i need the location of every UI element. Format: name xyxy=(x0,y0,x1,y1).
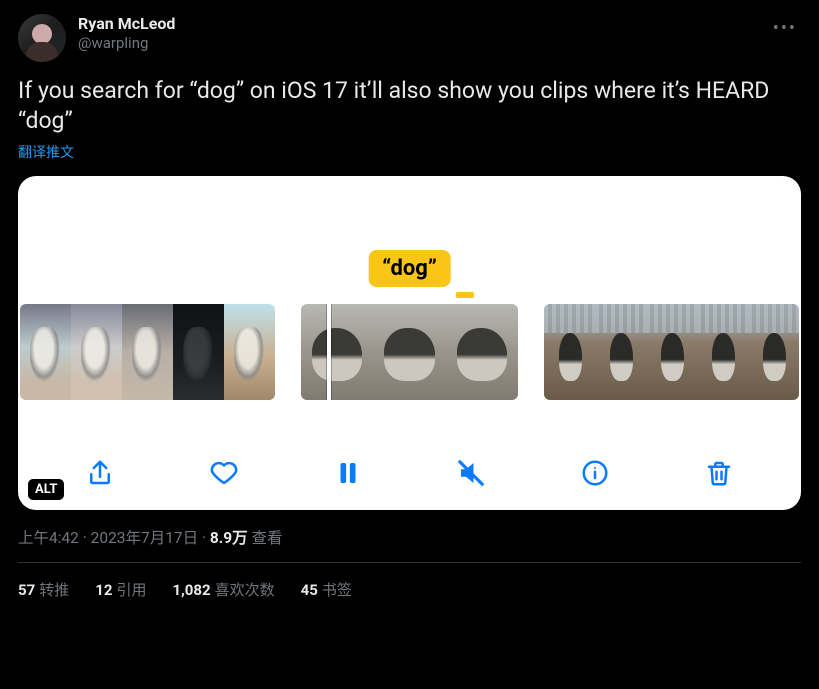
handle: @warpling xyxy=(78,34,175,53)
heart-icon xyxy=(209,458,239,488)
bubble-tick xyxy=(456,292,474,298)
views-label: 查看 xyxy=(248,529,283,547)
tweet-text: If you search for “dog” on iOS 17 it’ll … xyxy=(18,76,801,136)
pause-icon xyxy=(333,458,363,488)
thumbnail xyxy=(595,304,646,400)
mute-button[interactable] xyxy=(452,454,490,492)
tweet-stats: 57转推 12引用 1,082喜欢次数 45书签 xyxy=(18,563,801,616)
stat-quotes[interactable]: 12引用 xyxy=(95,579,146,600)
search-term-bubble: “dog” xyxy=(368,250,451,287)
date[interactable]: 2023年7月17日 xyxy=(91,529,198,547)
thumbnail xyxy=(697,304,748,400)
stat-retweets[interactable]: 57转推 xyxy=(18,579,69,600)
clip-2[interactable] xyxy=(301,304,518,400)
display-name: Ryan McLeod xyxy=(78,14,175,34)
timeline-strip[interactable] xyxy=(18,304,801,400)
speaker-mute-icon xyxy=(456,458,486,488)
views-count: 8.9万 xyxy=(210,529,248,547)
tweet-header: Ryan McLeod @warpling ••• xyxy=(18,14,801,62)
more-button[interactable]: ••• xyxy=(769,14,801,43)
stat-likes[interactable]: 1,082喜欢次数 xyxy=(172,579,274,600)
info-icon xyxy=(580,458,610,488)
media-top-space xyxy=(18,176,801,246)
thumbnail xyxy=(544,304,595,400)
thumbnail xyxy=(748,304,799,400)
stat-bookmarks[interactable]: 45书签 xyxy=(301,579,352,600)
share-icon xyxy=(85,458,115,488)
time[interactable]: 上午4:42 xyxy=(18,529,79,547)
pause-button[interactable] xyxy=(329,454,367,492)
thumbnail xyxy=(71,304,122,400)
translate-link[interactable]: 翻译推文 xyxy=(18,142,74,162)
thumbnail xyxy=(646,304,697,400)
like-button[interactable] xyxy=(205,454,243,492)
tweet-meta: 上午4:42 · 2023年7月17日 · 8.9万 查看 xyxy=(18,526,801,548)
delete-button[interactable] xyxy=(700,454,738,492)
share-button[interactable] xyxy=(81,454,119,492)
playhead[interactable] xyxy=(327,304,331,400)
thumbnail xyxy=(122,304,173,400)
alt-badge[interactable]: ALT xyxy=(28,479,64,500)
thumbnail xyxy=(173,304,224,400)
media-toolbar xyxy=(18,454,801,492)
clip-3[interactable] xyxy=(544,304,799,400)
thumbnail xyxy=(446,304,518,400)
thumbnail xyxy=(224,304,275,400)
thumbnail xyxy=(301,304,373,400)
avatar[interactable] xyxy=(18,14,66,62)
thumbnail xyxy=(20,304,71,400)
info-button[interactable] xyxy=(576,454,614,492)
thumbnail xyxy=(373,304,445,400)
clip-1[interactable] xyxy=(20,304,275,400)
trash-icon xyxy=(704,458,734,488)
author-names[interactable]: Ryan McLeod @warpling xyxy=(78,14,175,53)
tweet: Ryan McLeod @warpling ••• If you search … xyxy=(0,0,819,616)
media-card[interactable]: “dog” xyxy=(18,176,801,510)
